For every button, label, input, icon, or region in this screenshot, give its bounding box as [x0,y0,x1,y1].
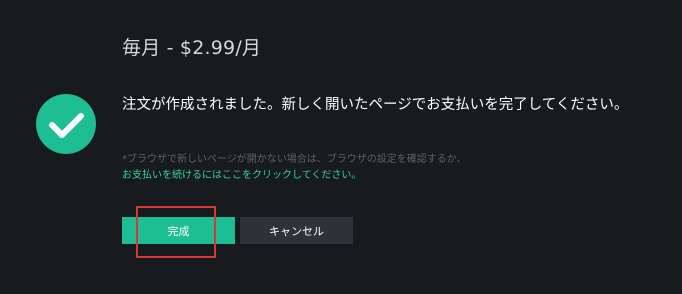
order-created-message: 注文が作成されました。新しく開いたページでお支払いを完了してください。 [122,97,629,113]
checkmark-icon [49,113,84,138]
plan-title: 毎月 - $2.99/月 [122,37,262,59]
cancel-button[interactable]: キャンセル [240,217,353,244]
done-button[interactable]: 完成 [122,217,235,244]
browser-note: *ブラウザで新しいページが開かない場合は、ブラウザの設定を確認するか、 [122,154,467,165]
checkmark-circle-icon [36,94,96,154]
payment-dialog: 毎月 - $2.99/月 注文が作成されました。新しく開いたページでお支払いを完… [0,0,682,294]
continue-payment-link[interactable]: お支払いを続けるにはここをクリックしてください。 [122,168,361,183]
